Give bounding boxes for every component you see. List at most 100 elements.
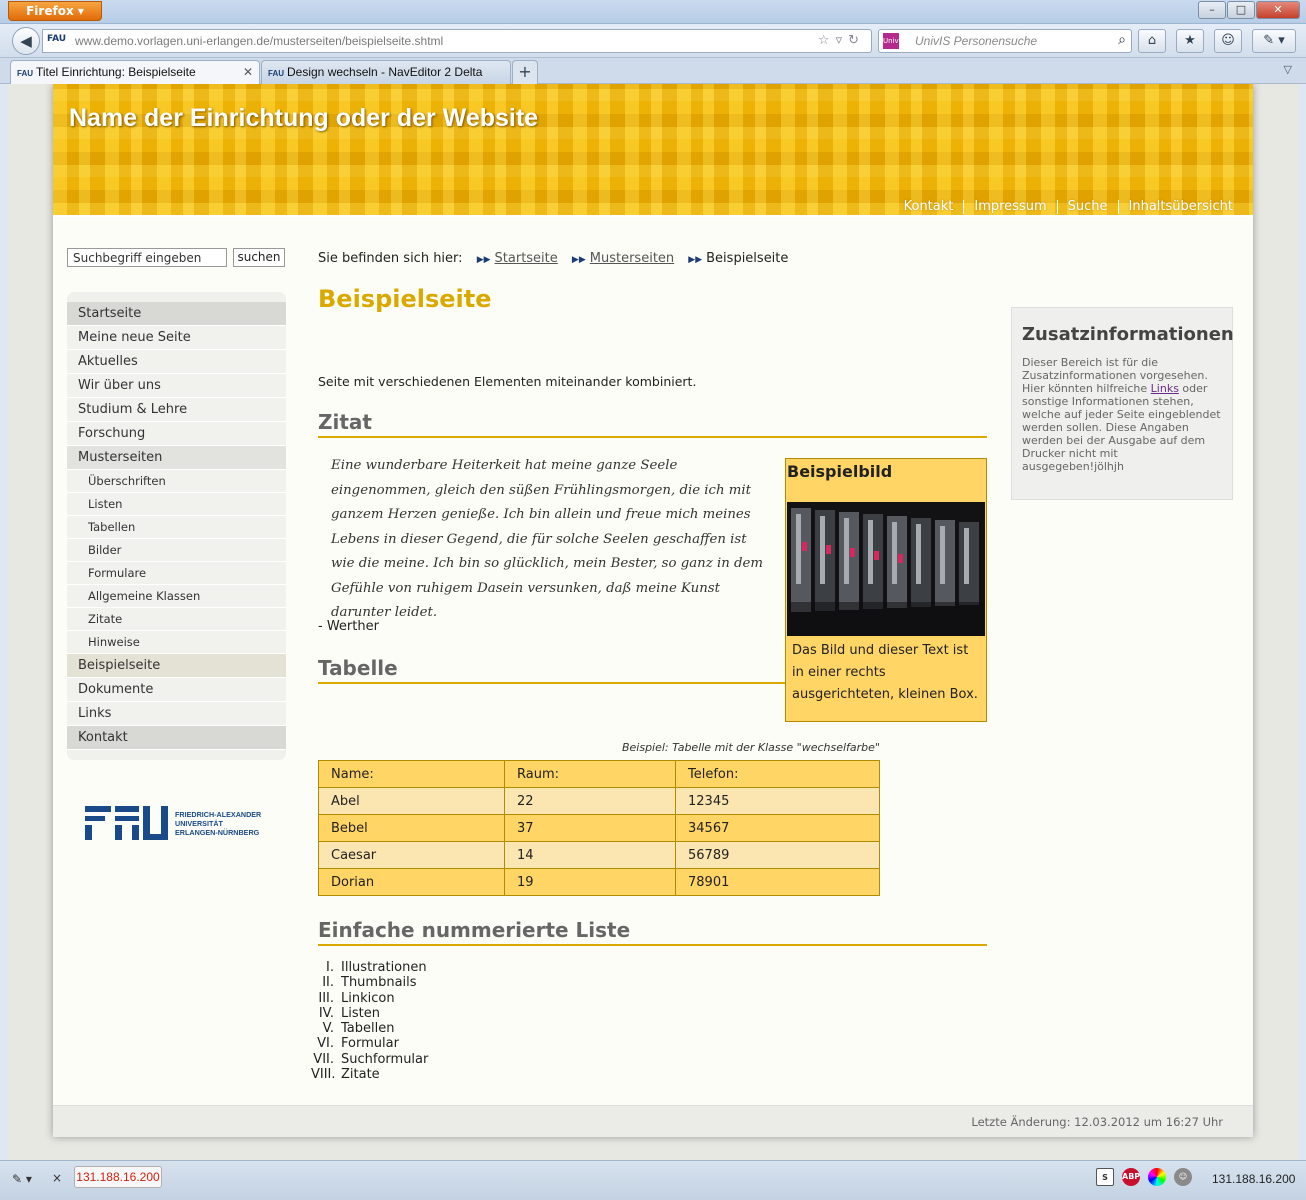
image-box-title: Beispielbild	[787, 462, 893, 481]
navigation-toolbar: ◀ FAU www.demo.vorlagen.uni-erlangen.de/…	[0, 24, 1306, 58]
table-cell: 78901	[675, 868, 880, 896]
list-item-label: Listen	[341, 1005, 380, 1021]
breadcrumb: Sie befinden sich hier: ▶▶ Startseite ▶▶ M…	[318, 251, 788, 266]
status-ip-box[interactable]: 131.188.16.200	[74, 1166, 162, 1188]
sidebar-item-studium-lehre[interactable]: Studium & Lehre	[67, 398, 286, 422]
univis-engine-icon[interactable]: UnivIS	[883, 33, 905, 49]
logo-line2: UNIVERSITÄT	[175, 819, 224, 828]
sidebar-item-listen[interactable]: Listen	[67, 493, 286, 516]
table-cell: Dorian	[318, 868, 505, 896]
logo-line1: FRIEDRICH-ALEXANDER	[175, 810, 262, 819]
tab-beispielseite[interactable]: FAU Titel Einrichtung: Beispielseite ✕	[10, 60, 260, 84]
close-window-button[interactable]: ✕	[1256, 1, 1300, 19]
metanav-impressum[interactable]: Impressum	[963, 200, 1056, 214]
sidebar-item-kontakt[interactable]: Kontakt	[67, 726, 286, 750]
list-item-label: Linkicon	[341, 990, 395, 1006]
sidebar-item-formulare[interactable]: Formulare	[67, 562, 286, 585]
sidebar-item-bilder[interactable]: Bilder	[67, 539, 286, 562]
magnifier-icon[interactable]: ⌕	[1118, 32, 1126, 48]
heading-zitat: Zitat	[318, 410, 987, 438]
info-links-link[interactable]: Links	[1151, 382, 1179, 395]
metanav-inhaltsuebersicht[interactable]: Inhaltsübersicht	[1117, 200, 1243, 214]
search-bar[interactable]: UnivIS UnivIS Personensuche ⌕	[878, 29, 1132, 53]
list-item: VIII. Zitate	[311, 1067, 611, 1082]
table-cell: 56789	[675, 841, 880, 869]
sidebar-item-allgemeine-klassen[interactable]: Allgemeine Klassen	[67, 585, 286, 608]
dropdown-icon[interactable]: ▿	[836, 33, 849, 48]
bookmark-star-icon[interactable]: ☆	[818, 33, 836, 48]
sidebar-item-aktuelles[interactable]: Aktuelles	[67, 350, 286, 374]
data-table: Name: Raum: Telefon: Abel 22 12345 Bebel 37 3…	[318, 760, 880, 896]
bookmarks-button[interactable]: ★	[1176, 29, 1204, 53]
site-favicon-icon: FAU	[47, 34, 67, 44]
sidebar-item-hinweise[interactable]: Hinweise	[67, 631, 286, 654]
bookmarks-icon: ★	[1184, 33, 1196, 48]
table-cell: 34567	[675, 814, 880, 842]
sidebar-item-dokumente[interactable]: Dokumente	[67, 678, 286, 702]
list-item-label: Thumbnails	[341, 975, 417, 991]
sidebar-item-links[interactable]: Links	[67, 702, 286, 726]
breadcrumb-musterseiten[interactable]: Musterseiten	[590, 251, 674, 266]
sidebar-item-zitate[interactable]: Zitate	[67, 608, 286, 631]
sidebar-item-beispielseite[interactable]: Beispielseite	[67, 654, 286, 678]
page-viewport: Name der Einrichtung oder der Website Ko…	[8, 84, 1298, 1160]
sidebar-item-wir-über-uns[interactable]: Wir über uns	[67, 374, 286, 398]
breadcrumb-arrow-icon: ▶▶	[476, 255, 491, 265]
info-box-text: Dieser Bereich ist für die Zusatzinforma…	[1022, 356, 1222, 473]
minimize-button[interactable]: –	[1198, 1, 1226, 19]
tab-design-wechseln[interactable]: FAU Design wechseln - NavEditor 2 Delta	[261, 60, 511, 84]
window-titlebar: Firefox ▾ – □ ✕	[0, 0, 1306, 24]
home-button[interactable]: ⌂	[1138, 29, 1166, 53]
back-arrow-icon: ◀	[20, 32, 32, 50]
tab-favicon-icon: FAU	[17, 69, 33, 78]
dropper-tool-icon[interactable]: ✎ ▾	[12, 1172, 32, 1186]
sidebar-item-musterseiten[interactable]: Musterseiten	[67, 446, 286, 470]
metanav-kontakt[interactable]: Kontakt	[894, 200, 964, 214]
reload-icon[interactable]: ↻	[848, 33, 865, 48]
info-text-after: oder sonstige Informationen stehen, welc…	[1022, 382, 1221, 473]
image-box-text: Das Bild und dieser Text ist in einer re…	[792, 643, 978, 702]
list-numeral: III.	[318, 990, 334, 1006]
ghost-addon-icon[interactable]: ☺	[1174, 1168, 1192, 1186]
back-button[interactable]: ◀	[12, 27, 40, 55]
logo-line3: ERLANGEN-NÜRNBERG	[175, 828, 260, 837]
table-row: Dorian 19 78901	[318, 868, 880, 896]
metanav-suche[interactable]: Suche	[1056, 200, 1118, 214]
tab-list-chevron-icon[interactable]: ▽	[1284, 63, 1292, 76]
side-navigation: Startseite Meine neue Seite Aktuelles Wir ü…	[67, 292, 286, 760]
sidebar-item-forschung[interactable]: Forschung	[67, 422, 286, 446]
new-tab-button[interactable]: +	[512, 60, 538, 84]
list-item-label: Tabellen	[341, 1021, 395, 1037]
numbered-list: I. Illustrationen II. Thumbnails III. Linkico…	[311, 960, 611, 1082]
url-bar[interactable]: FAU www.demo.vorlagen.uni-erlangen.de/mu…	[42, 29, 872, 53]
quote-author: - Werther	[318, 619, 379, 634]
search-button[interactable]: suchen	[233, 248, 285, 267]
fau-logo[interactable]: FRIEDRICH-ALEXANDER UNIVERSITÄT ERLANGEN…	[85, 804, 269, 842]
tools-button[interactable]: ✎ ▾	[1252, 29, 1296, 53]
breadcrumb-startseite[interactable]: Startseite	[495, 251, 558, 266]
color-wheel-icon[interactable]	[1148, 1168, 1166, 1186]
addon-button[interactable]: ☺	[1214, 29, 1242, 53]
site-title[interactable]: Name der Einrichtung oder der Website	[69, 104, 538, 133]
adblock-icon[interactable]: ABP	[1122, 1168, 1140, 1186]
list-item: III. Linkicon	[311, 991, 611, 1006]
list-numeral: V.	[322, 1021, 334, 1037]
s-addon-icon[interactable]: S	[1096, 1168, 1114, 1186]
close-tab-icon[interactable]: ✕	[243, 61, 253, 83]
sidebar-item-meine-neue-seite[interactable]: Meine neue Seite	[67, 326, 286, 350]
last-modified: Letzte Änderung: 12.03.2012 um 16:27 Uhr	[971, 1115, 1223, 1129]
status-ip-right: 131.188.16.200	[1212, 1172, 1296, 1186]
list-numeral: VIII.	[311, 1067, 336, 1083]
page-title: Beispielseite	[318, 285, 492, 313]
sidebar-item-tabellen[interactable]: Tabellen	[67, 516, 286, 539]
firefox-menu-button[interactable]: Firefox ▾	[8, 1, 102, 21]
sidebar-item-überschriften[interactable]: Überschriften	[67, 470, 286, 493]
tab-label: Titel Einrichtung: Beispielseite	[36, 65, 196, 79]
status-bar: ✎ ▾ × 131.188.16.200 S ABP ☺ 131.188.16.…	[0, 1160, 1306, 1200]
maximize-button[interactable]: □	[1227, 1, 1255, 19]
list-item-label: Suchformular	[341, 1051, 429, 1067]
status-close-icon[interactable]: ×	[52, 1171, 62, 1185]
search-input[interactable]	[67, 248, 227, 267]
table-caption: Beispiel: Tabelle mit der Klasse "wechse…	[621, 741, 880, 754]
sidebar-item-startseite[interactable]: Startseite	[67, 302, 286, 326]
